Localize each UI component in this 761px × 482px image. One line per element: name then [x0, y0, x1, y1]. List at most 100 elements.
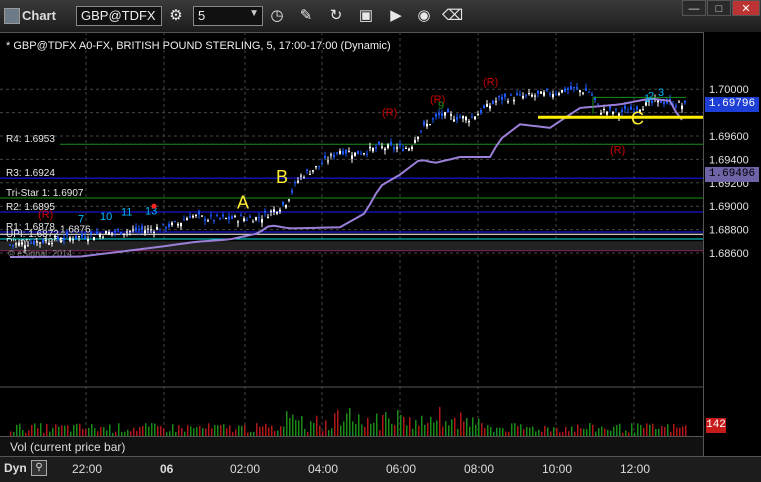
volume-bar	[358, 414, 360, 436]
candle-body	[18, 242, 20, 246]
candle-body	[105, 231, 107, 234]
chart-marker: (R)	[610, 145, 625, 157]
candle-body	[525, 94, 527, 96]
volume-bar	[199, 425, 201, 436]
candle-body	[258, 217, 260, 219]
volume-bar	[157, 425, 159, 436]
play-icon[interactable]: ▶	[386, 6, 406, 26]
volume-bar	[19, 423, 21, 436]
volume-bar	[40, 423, 42, 436]
volume-bar	[163, 428, 165, 436]
volume-bar	[490, 427, 492, 436]
candle-body	[612, 112, 614, 114]
candle-body	[459, 117, 461, 119]
price-tick-label: 1.69000	[709, 201, 749, 213]
volume-bar	[67, 425, 69, 436]
volume-bar	[304, 428, 306, 436]
volume-bar	[652, 423, 654, 436]
volume-bar	[94, 428, 96, 436]
time-axis: Dyn ⚲ 22:00 06 02:00 04:00 06:00 08:00 1…	[0, 456, 761, 482]
candle-body	[150, 229, 152, 231]
chart-marker: 10	[100, 211, 112, 223]
volume-bar	[34, 423, 36, 436]
time-label: 10:00	[542, 462, 573, 476]
refresh-icon[interactable]: ↻	[326, 6, 346, 26]
candle-body	[15, 243, 17, 245]
volume-bar	[61, 425, 63, 436]
volume-bar	[145, 423, 147, 436]
volume-bar	[151, 423, 153, 436]
candle-body	[600, 112, 602, 115]
window-title: Chart	[22, 8, 56, 23]
candle-body	[327, 160, 329, 162]
volume-bar	[523, 429, 525, 436]
volume-bar	[259, 426, 261, 436]
volume-bar	[370, 423, 372, 436]
candle-body	[438, 113, 440, 116]
candle-body	[273, 209, 275, 212]
symbol-input[interactable]: GBP@TDFX	[76, 6, 162, 26]
eraser-icon[interactable]: ⌫	[442, 6, 463, 26]
volume-bar	[517, 426, 519, 436]
candle-body	[660, 101, 662, 103]
candle-body	[87, 238, 89, 242]
volume-bar	[598, 428, 600, 436]
dynamic-scale-icon[interactable]: ⚲	[31, 460, 47, 476]
gear-icon[interactable]: ⚙	[166, 6, 186, 26]
annotation-b: B	[276, 167, 288, 187]
record-icon[interactable]: ◉	[414, 6, 434, 26]
pencil-icon[interactable]: ✎	[296, 6, 316, 26]
volume-bar	[436, 420, 438, 436]
candle-body	[240, 215, 242, 217]
candle-body	[216, 214, 218, 216]
candle-body	[528, 93, 530, 95]
interval-select[interactable]: 5 ▼	[193, 6, 263, 26]
price-tick-label: 1.69400	[709, 154, 749, 166]
candle-body	[483, 105, 485, 109]
restore-icon[interactable]: □	[707, 0, 731, 16]
volume-bar	[403, 416, 405, 436]
candle-body	[72, 239, 74, 241]
candle-body	[225, 217, 227, 219]
price-chart[interactable]: R4: 1.6953R3: 1.6924Tri-Star 1: 1.6907R2…	[0, 32, 703, 436]
candle-body	[570, 86, 572, 90]
candle-body	[378, 141, 380, 145]
volume-bar	[640, 425, 642, 436]
volume-bar	[295, 420, 297, 436]
volume-bar	[631, 423, 633, 436]
candle-body	[48, 242, 50, 245]
candle-body	[249, 216, 251, 218]
volume-bar	[397, 409, 399, 436]
candle-body	[480, 109, 482, 114]
candle-body	[603, 109, 605, 111]
candle-body	[558, 93, 560, 95]
candle-body	[345, 150, 347, 154]
close-icon[interactable]: ✕	[732, 0, 760, 16]
volume-bar	[172, 424, 174, 436]
chart-marker: 3	[658, 87, 664, 99]
candle-body	[678, 101, 680, 103]
candle-body	[516, 93, 518, 96]
volume-bar	[589, 423, 591, 436]
candle-body	[321, 162, 323, 165]
candle-body	[627, 112, 629, 114]
volume-bar	[577, 424, 579, 436]
candle-body	[492, 100, 494, 104]
candle-body	[501, 96, 503, 100]
volume-bar	[613, 426, 615, 436]
candle-body	[192, 215, 194, 218]
candle-body	[375, 146, 377, 149]
minimize-icon[interactable]: —	[682, 0, 706, 16]
volume-bar	[442, 426, 444, 436]
candle-body	[228, 216, 230, 220]
clock-icon[interactable]: ◷	[267, 6, 287, 26]
candle-body	[507, 101, 509, 103]
volume-bar	[553, 427, 555, 436]
candle-body	[663, 102, 665, 104]
chevron-down-icon: ▼	[249, 8, 259, 19]
trade-icon[interactable]: ▣	[356, 6, 376, 26]
volume-bar	[325, 420, 327, 436]
candle-body	[282, 201, 284, 205]
volume-bar	[229, 425, 231, 436]
candle-body	[369, 146, 371, 149]
